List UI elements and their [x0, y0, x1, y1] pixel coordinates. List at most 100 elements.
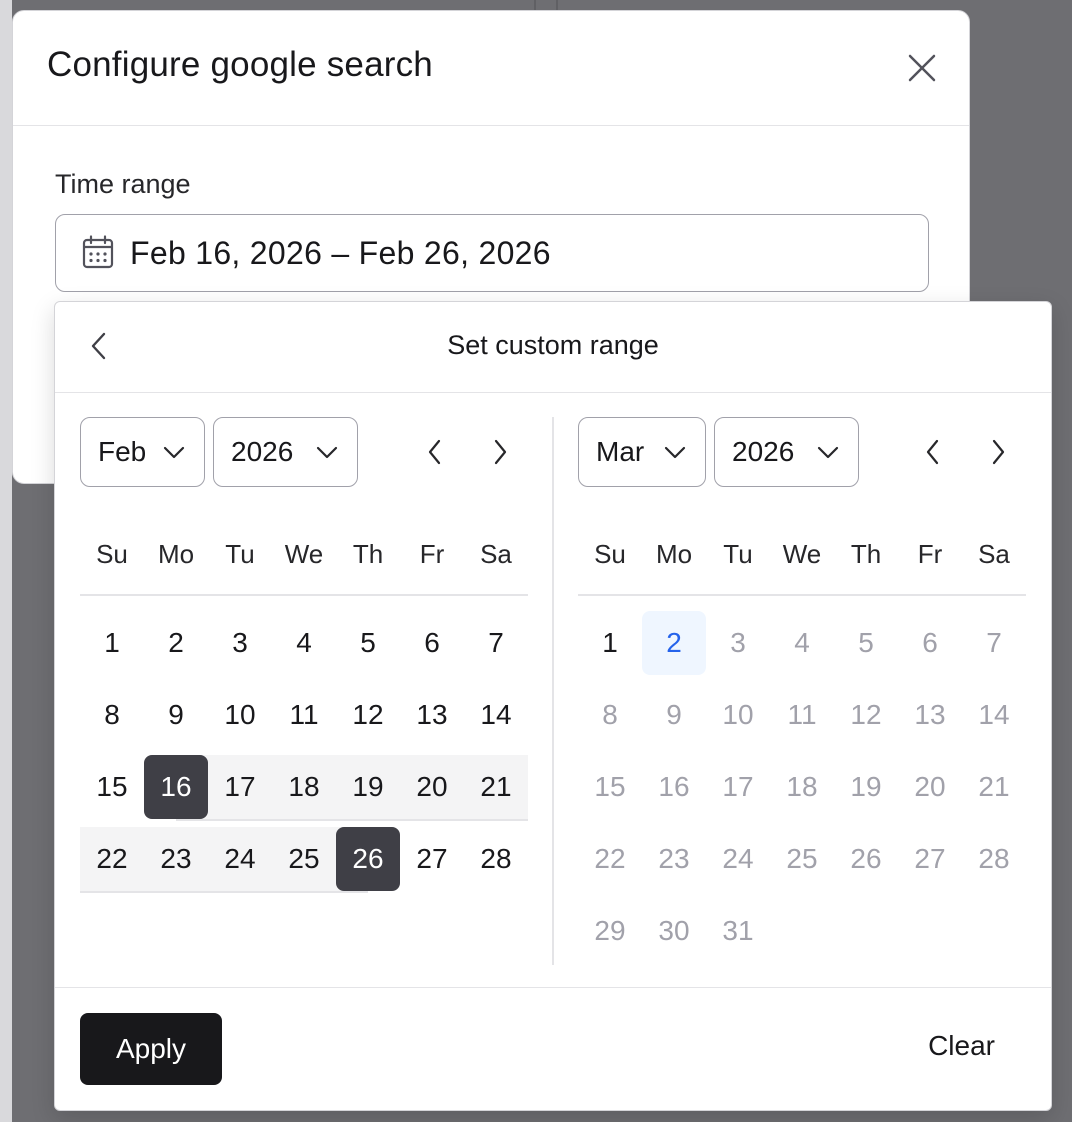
day-cell-disabled: 7: [986, 627, 1002, 658]
weekday-label: Fr: [419, 539, 445, 569]
apply-button[interactable]: Apply: [80, 1013, 222, 1085]
background-divider: [534, 0, 536, 10]
day-cell[interactable]: 5: [336, 611, 400, 675]
day-cell-disabled: 31: [722, 915, 754, 946]
prev-month-button[interactable]: [914, 433, 952, 471]
day-grid: 1 2 3 4 5 6 7 8 9 10 11 12 13 14 15 16 1…: [578, 607, 1026, 967]
year-select[interactable]: 2026: [714, 417, 859, 487]
day-cell-disabled: 30: [658, 915, 690, 946]
day-cell-disabled: 5: [858, 627, 874, 658]
day-cell[interactable]: 13: [400, 683, 464, 747]
day-cell[interactable]: 28: [464, 827, 528, 891]
dialog-header: Configure google search: [13, 11, 969, 126]
day-cell-in-range[interactable]: 22: [80, 827, 144, 891]
chevron-right-icon: [992, 439, 1005, 465]
day-cell-in-range[interactable]: 20: [400, 755, 464, 819]
day-cell-disabled: 25: [786, 843, 818, 874]
close-button[interactable]: [905, 51, 939, 85]
day-cell-disabled: 9: [666, 699, 682, 730]
day-cell[interactable]: 9: [144, 683, 208, 747]
weekday-label: Tu: [723, 539, 753, 569]
next-month-button[interactable]: [979, 433, 1017, 471]
day-cell-in-range[interactable]: 17: [208, 755, 272, 819]
date-range-popover: Set custom range Feb 2026 Su Mo Tu We Th…: [54, 301, 1052, 1111]
day-cell-in-range[interactable]: 23: [144, 827, 208, 891]
day-cell-disabled: 24: [722, 843, 754, 874]
day-cell[interactable]: 12: [336, 683, 400, 747]
range-start-day[interactable]: 16: [144, 755, 208, 819]
day-cell-disabled: 27: [914, 843, 946, 874]
close-icon: [908, 54, 936, 82]
month-divider: [552, 417, 554, 965]
day-cell[interactable]: 10: [208, 683, 272, 747]
day-cell-disabled: 13: [914, 699, 946, 730]
range-end-day[interactable]: 26: [336, 827, 400, 891]
weekday-label: Mo: [655, 539, 693, 569]
day-cell-in-range[interactable]: 19: [336, 755, 400, 819]
weekday-label: Fr: [917, 539, 943, 569]
month-controls: Feb 2026: [80, 417, 529, 489]
time-range-value: Feb 16, 2026 – Feb 26, 2026: [130, 234, 551, 271]
week-row: 1 2 3 4 5 6 7: [80, 607, 528, 679]
time-range-input[interactable]: Feb 16, 2026 – Feb 26, 2026: [55, 214, 929, 292]
day-cell[interactable]: 6: [400, 611, 464, 675]
day-cell-disabled: 3: [730, 627, 746, 658]
prev-month-button[interactable]: [416, 433, 454, 471]
year-select[interactable]: 2026: [213, 417, 358, 487]
day-cell-disabled: 8: [602, 699, 618, 730]
month-select[interactable]: Mar: [578, 417, 706, 487]
day-cell[interactable]: 8: [80, 683, 144, 747]
day-cell-disabled: 12: [850, 699, 882, 730]
week-row: 29 30 31: [578, 895, 1026, 967]
calendar-month-right: Mar 2026 Su Mo Tu We Th Fr Sa 1 2 3 4 5 …: [578, 417, 1027, 946]
chevron-right-icon: [494, 439, 507, 465]
today-day[interactable]: 2: [642, 611, 706, 675]
time-range-label: Time range: [55, 169, 191, 199]
day-cell-disabled: 29: [594, 915, 626, 946]
week-row: 8 9 10 11 12 13 14: [80, 679, 528, 751]
day-cell[interactable]: 14: [464, 683, 528, 747]
day-cell-in-range[interactable]: 18: [272, 755, 336, 819]
day-cell-disabled: 10: [722, 699, 754, 730]
day-cell-disabled: 4: [794, 627, 810, 658]
dialog-title: Configure google search: [47, 45, 433, 84]
chevron-left-icon: [926, 439, 939, 465]
chevron-down-icon: [816, 442, 840, 462]
day-cell[interactable]: 4: [272, 611, 336, 675]
day-cell-disabled: 20: [914, 771, 946, 802]
year-select-value: 2026: [732, 436, 795, 467]
calendar-icon: [82, 235, 116, 271]
clear-button[interactable]: Clear: [928, 1030, 995, 1062]
day-cell-disabled: 21: [978, 771, 1010, 802]
day-cell[interactable]: 11: [272, 683, 336, 747]
chevron-left-icon: [428, 439, 441, 465]
day-cell[interactable]: 27: [400, 827, 464, 891]
day-cell-disabled: 23: [658, 843, 690, 874]
day-cell-empty: [834, 899, 898, 963]
day-cell-disabled: 16: [658, 771, 690, 802]
day-cell[interactable]: 3: [208, 611, 272, 675]
day-cell[interactable]: 15: [80, 755, 144, 819]
year-select-value: 2026: [231, 436, 294, 467]
weekday-label: Tu: [225, 539, 255, 569]
day-cell-disabled: 14: [978, 699, 1010, 730]
popover-title: Set custom range: [447, 330, 659, 360]
next-month-button[interactable]: [481, 433, 519, 471]
calendar-month-left: Feb 2026 Su Mo Tu We Th Fr Sa 1 2 3 4 5 …: [80, 417, 529, 893]
weekday-header: Su Mo Tu We Th Fr Sa: [80, 530, 528, 596]
day-cell-disabled: 17: [722, 771, 754, 802]
day-cell[interactable]: 2: [144, 611, 208, 675]
day-cell[interactable]: 7: [464, 611, 528, 675]
week-row: 22 23 24 25 26 27 28: [578, 823, 1026, 895]
day-cell-empty: [962, 899, 1026, 963]
day-cell[interactable]: 1: [80, 611, 144, 675]
day-cell-in-range[interactable]: 25: [272, 827, 336, 891]
day-cell-in-range[interactable]: 24: [208, 827, 272, 891]
chevron-down-icon: [162, 442, 186, 462]
week-row: 8 9 10 11 12 13 14: [578, 679, 1026, 751]
day-cell[interactable]: 1: [578, 611, 642, 675]
day-cell-disabled: 18: [786, 771, 818, 802]
day-cell-disabled: 19: [850, 771, 882, 802]
day-cell-in-range[interactable]: 21: [464, 755, 528, 819]
month-select[interactable]: Feb: [80, 417, 205, 487]
